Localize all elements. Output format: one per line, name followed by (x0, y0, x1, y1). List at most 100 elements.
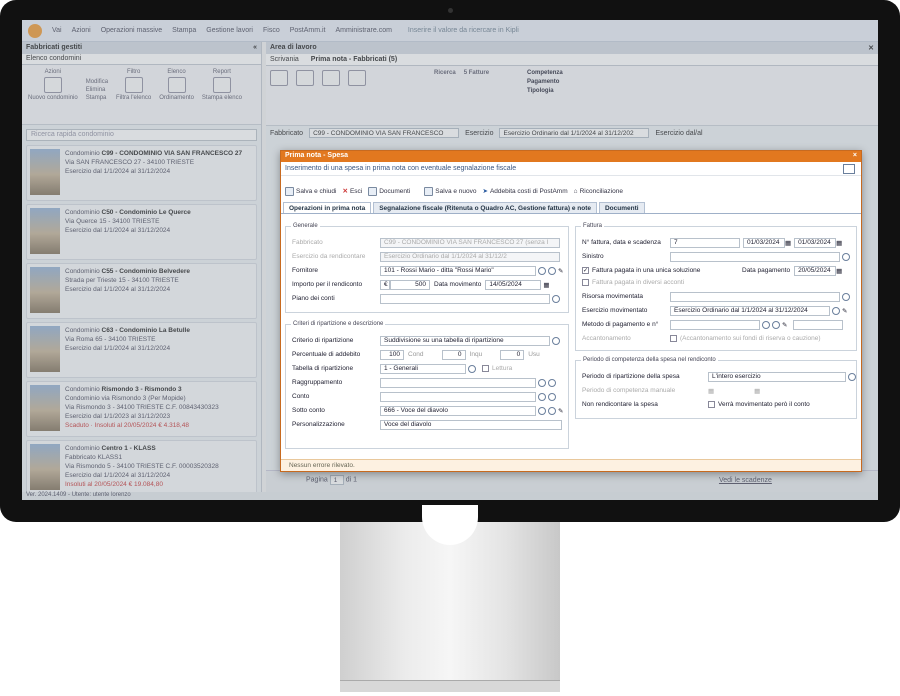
addebita-postamm-button[interactable]: ➤ Addebita costi di PostAmm (482, 187, 568, 196)
num-fattura-input[interactable]: 7 (670, 237, 740, 248)
fattura-legend: Fattura (583, 223, 603, 229)
metodo-num-input[interactable] (793, 319, 844, 330)
calendar-icon[interactable]: ▦ (543, 281, 549, 289)
es-mov-dropdown-icon[interactable] (832, 306, 840, 315)
paper-plane-icon: ➤ (482, 188, 488, 195)
piano-select[interactable] (380, 293, 550, 304)
salva-chiudi-button[interactable]: Salva e chiudi (285, 186, 336, 196)
periodo-dropdown-icon[interactable] (848, 372, 856, 381)
esci-label: Esci (349, 187, 363, 195)
calendar-icon-4[interactable]: ▦ (836, 267, 842, 275)
verra-checkbox[interactable] (708, 401, 715, 408)
riconciliazione-button[interactable]: ⌂ Riconciliazione (574, 188, 623, 195)
verra-label: Verrà movimentato però il conto (718, 401, 810, 408)
fornitore-label: Fornitore (292, 267, 319, 274)
comp-manuale-label: Periodo di competenza manuale (582, 387, 676, 394)
fattura-section: Fattura N° fattura, data e scadenza 7 01/0… (575, 223, 857, 351)
pers-label: Personalizzazione (292, 421, 345, 428)
salva-nuovo-button[interactable]: Salva e nuovo (424, 186, 477, 196)
pagata-unica-checkbox[interactable]: ✓ (582, 267, 589, 274)
tabella-dropdown-icon[interactable] (468, 364, 476, 373)
dialog-close-button[interactable]: × (853, 152, 857, 161)
fornitore-dropdown-icon[interactable] (538, 266, 546, 275)
fornitore-add-icon[interactable] (548, 266, 556, 275)
lettura-checkbox[interactable] (482, 365, 489, 372)
save-new-icon (424, 186, 434, 196)
generale-section: Generale Fabbricato C99 - CONDOMINIO VIA … (285, 223, 569, 313)
periodo-section: Periodo di competenza della spesa nel re… (575, 357, 857, 419)
tabella-select[interactable]: 1 - Generali (380, 363, 466, 374)
tab-operazioni[interactable]: Operazioni in prima nota (283, 202, 372, 213)
tabella-label: Tabella di ripartizione (292, 365, 354, 372)
esercizio-rend-field: Esercizio Ordinario dal 1/1/2024 al 31/1… (380, 251, 560, 262)
generale-legend: Generale (293, 223, 318, 229)
dialog-status: Nessun errore rilevato. (281, 459, 861, 471)
importo-label: Importo per il rendiconto (292, 281, 363, 288)
conto-label: Conto (292, 393, 310, 400)
calendar-icon-5[interactable]: ▦ (708, 387, 714, 395)
doc-icon (843, 164, 855, 174)
sottoconto-edit-icon[interactable]: ✎ (558, 407, 563, 415)
pers-input[interactable]: Voce del diavolo (380, 419, 562, 430)
pagata-acconti-label: Fattura pagata in diversi acconti (592, 279, 685, 286)
es-mov-edit-icon[interactable]: ✎ (842, 307, 847, 315)
sinistro-select[interactable] (670, 251, 840, 262)
metodo-add-icon[interactable] (772, 320, 780, 329)
data-mov-label: Data movimento (434, 281, 482, 288)
non-rend-label: Non rendicontare la spesa (582, 401, 658, 408)
metodo-edit-icon[interactable]: ✎ (782, 321, 787, 329)
criteri-section: Criteri di ripartizione e descrizione Cr… (285, 321, 569, 449)
importo-input[interactable]: 500 (390, 279, 430, 290)
dialog-body: Generale Fabbricato C99 - CONDOMINIO VIA … (281, 221, 861, 455)
esercizio-rend-label: Esercizio da rendicontare (292, 253, 366, 260)
data-fattura-input[interactable]: 01/03/2024 (743, 237, 785, 248)
esci-button[interactable]: ✕ Esci (342, 187, 363, 196)
calendar-icon-6[interactable]: ▦ (754, 387, 760, 395)
criterio-label: Criterio di ripartizione (292, 337, 354, 344)
conto-select[interactable] (380, 391, 536, 402)
sottoconto-add-icon[interactable] (548, 406, 556, 415)
accant-label: Accantonamento (582, 335, 631, 342)
perc-label: Percentuale di addebito (292, 351, 361, 358)
fornitore-select[interactable]: 101 - Rossi Mario - ditta "Rossi Mario" (380, 265, 536, 276)
exit-x-icon: ✕ (342, 188, 348, 195)
data-pag-input[interactable]: 20/05/2024 (794, 265, 837, 276)
raggr-add-icon[interactable] (548, 378, 556, 387)
dialog-subtitle: Inserimento di una spesa in prima nota c… (281, 162, 861, 176)
accant-checkbox[interactable] (670, 335, 677, 342)
pagata-acconti-checkbox[interactable] (582, 279, 589, 286)
risorsa-dropdown-icon[interactable] (842, 292, 850, 301)
calendar-icon-2[interactable]: ▦ (785, 239, 791, 247)
metodo-dropdown-icon[interactable] (762, 320, 770, 329)
criterio-select[interactable]: Suddivisione su una tabella di ripartizi… (380, 335, 550, 346)
sottoconto-dropdown-icon[interactable] (538, 406, 546, 415)
sottoconto-select[interactable]: 666 - Voce del diavolo (380, 405, 536, 416)
perc-input[interactable]: 100 (380, 349, 404, 360)
fornitore-edit-icon[interactable]: ✎ (558, 267, 563, 275)
risorsa-select[interactable] (670, 291, 840, 302)
metodo-select[interactable] (670, 319, 760, 330)
criteri-legend: Criteri di ripartizione e descrizione (293, 321, 384, 327)
save-icon (285, 186, 294, 196)
criterio-dropdown-icon[interactable] (552, 336, 560, 345)
dialog-titlebar: Prima nota - Spesa × (281, 151, 861, 162)
image-icon (368, 186, 378, 196)
piano-dropdown-icon[interactable] (552, 294, 560, 303)
tab-documenti[interactable]: Documenti (598, 202, 645, 213)
documenti-button[interactable]: Documenti (368, 186, 410, 196)
tab-segnalazione-fiscale[interactable]: Segnalazione fiscale (Ritenuta o Quadro … (373, 202, 597, 213)
raggr-select[interactable] (380, 377, 536, 388)
data-mov-input[interactable]: 14/05/2024 (485, 279, 542, 290)
conto-dropdown-icon[interactable] (538, 392, 546, 401)
sinistro-dropdown-icon[interactable] (842, 252, 850, 261)
conto-add-icon[interactable] (548, 392, 556, 401)
es-mov-select[interactable]: Esercizio Ordinario dal 1/1/2024 al 31/1… (670, 305, 830, 316)
inqu-input[interactable]: 0 (500, 349, 525, 360)
monitor-stand (340, 522, 560, 682)
cond-input[interactable]: 0 (441, 349, 466, 360)
periodo-select[interactable]: L'intero esercizio (708, 371, 846, 382)
scadenza-input[interactable]: 01/03/2024 (794, 237, 837, 248)
raggr-dropdown-icon[interactable] (538, 378, 546, 387)
calendar-icon-3[interactable]: ▦ (836, 239, 842, 247)
status-text: Nessun errore rilevato. (289, 462, 355, 469)
